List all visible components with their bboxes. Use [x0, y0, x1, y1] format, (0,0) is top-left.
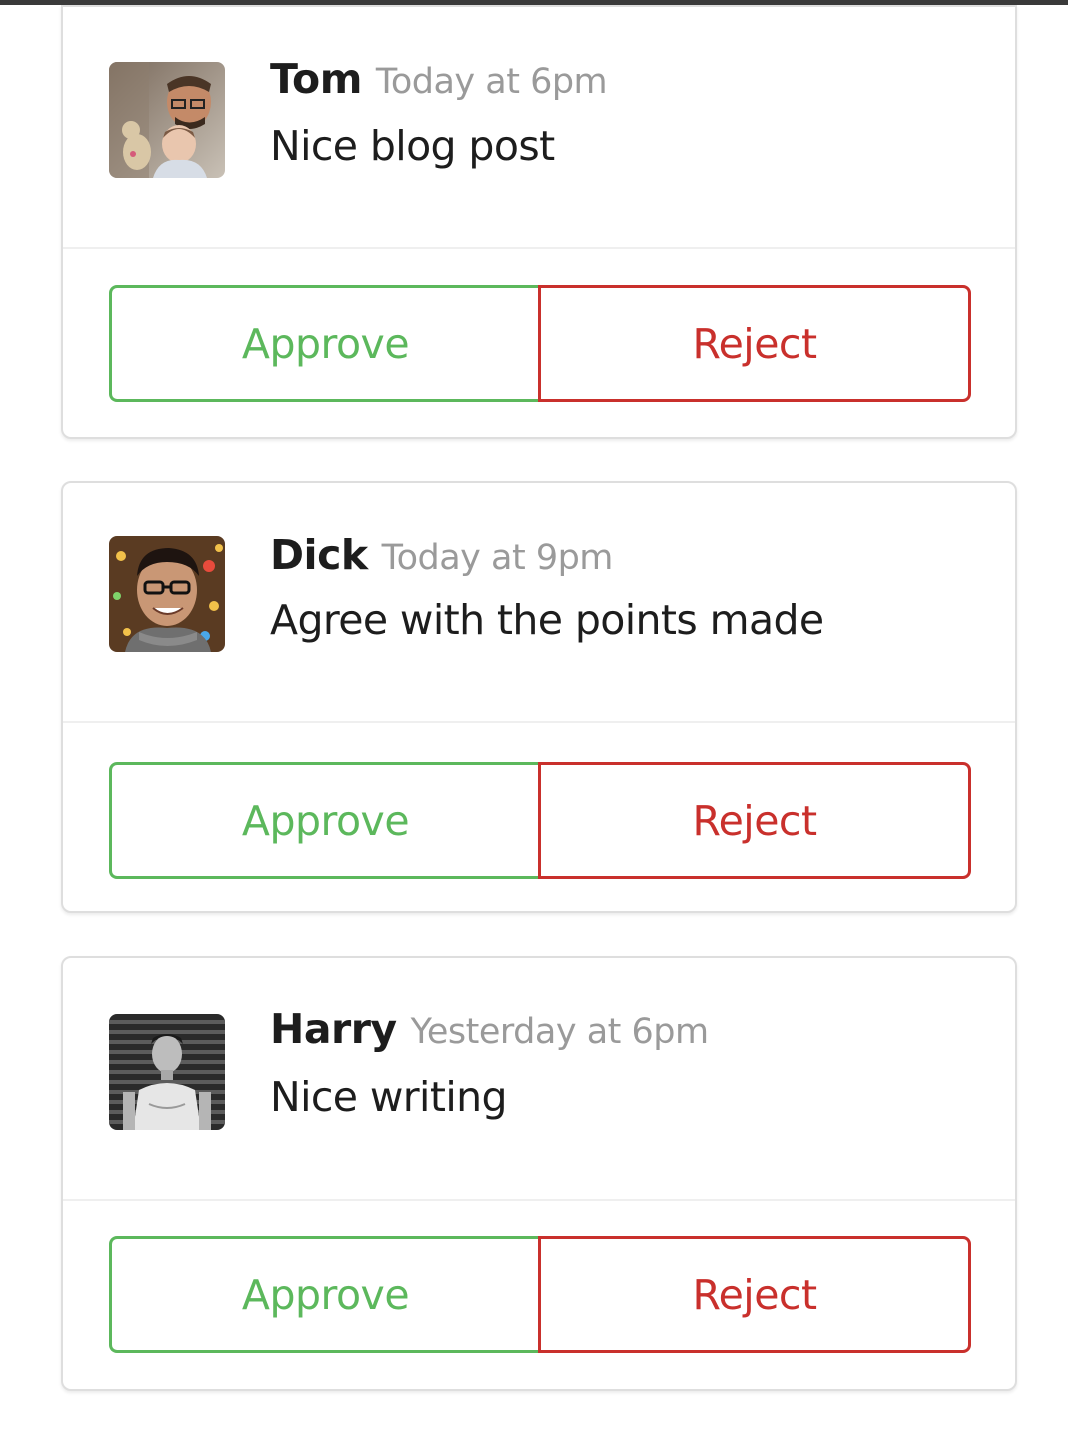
author-name: Harry	[270, 1005, 397, 1053]
moderation-actions: Approve Reject	[109, 762, 971, 879]
author-name: Dick	[270, 531, 368, 579]
avatar	[109, 536, 225, 652]
avatar-image	[109, 62, 225, 178]
comment-timestamp: Yesterday at 6pm	[410, 1012, 709, 1052]
avatar-image	[109, 1014, 225, 1130]
avatar	[109, 62, 225, 178]
moderation-actions: Approve Reject	[109, 285, 971, 402]
approve-button[interactable]: Approve	[109, 1236, 539, 1353]
divider	[63, 1199, 1015, 1201]
comment-text: Agree with the points made	[270, 596, 824, 644]
divider	[63, 247, 1015, 249]
comment-card: Dick Today at 9pm Agree with the points m…	[61, 481, 1017, 913]
avatar-image	[109, 536, 225, 652]
comment-content: Dick Today at 9pm Agree with the points m…	[63, 483, 1015, 723]
divider	[63, 721, 1015, 723]
moderation-actions: Approve Reject	[109, 1236, 971, 1353]
comment-content: Harry Yesterday at 6pm Nice writing	[63, 958, 1015, 1198]
reject-button[interactable]: Reject	[538, 762, 971, 879]
comment-meta: Dick Today at 9pm	[270, 531, 613, 579]
reject-button[interactable]: Reject	[538, 1236, 971, 1353]
reject-button[interactable]: Reject	[538, 285, 971, 402]
comment-meta: Tom Today at 6pm	[270, 55, 608, 103]
comment-timestamp: Today at 6pm	[375, 62, 608, 102]
comment-text: Nice blog post	[270, 122, 555, 170]
comment-meta: Harry Yesterday at 6pm	[270, 1005, 709, 1053]
comment-timestamp: Today at 9pm	[381, 538, 614, 578]
comment-text: Nice writing	[270, 1073, 508, 1121]
author-name: Tom	[270, 55, 362, 103]
comment-card: Tom Today at 6pm Nice blog post Approve R…	[61, 5, 1017, 439]
comment-card: Harry Yesterday at 6pm Nice writing Appro…	[61, 956, 1017, 1391]
approve-button[interactable]: Approve	[109, 762, 539, 879]
approve-button[interactable]: Approve	[109, 285, 539, 402]
avatar	[109, 1014, 225, 1130]
comment-content: Tom Today at 6pm Nice blog post	[63, 7, 1015, 247]
